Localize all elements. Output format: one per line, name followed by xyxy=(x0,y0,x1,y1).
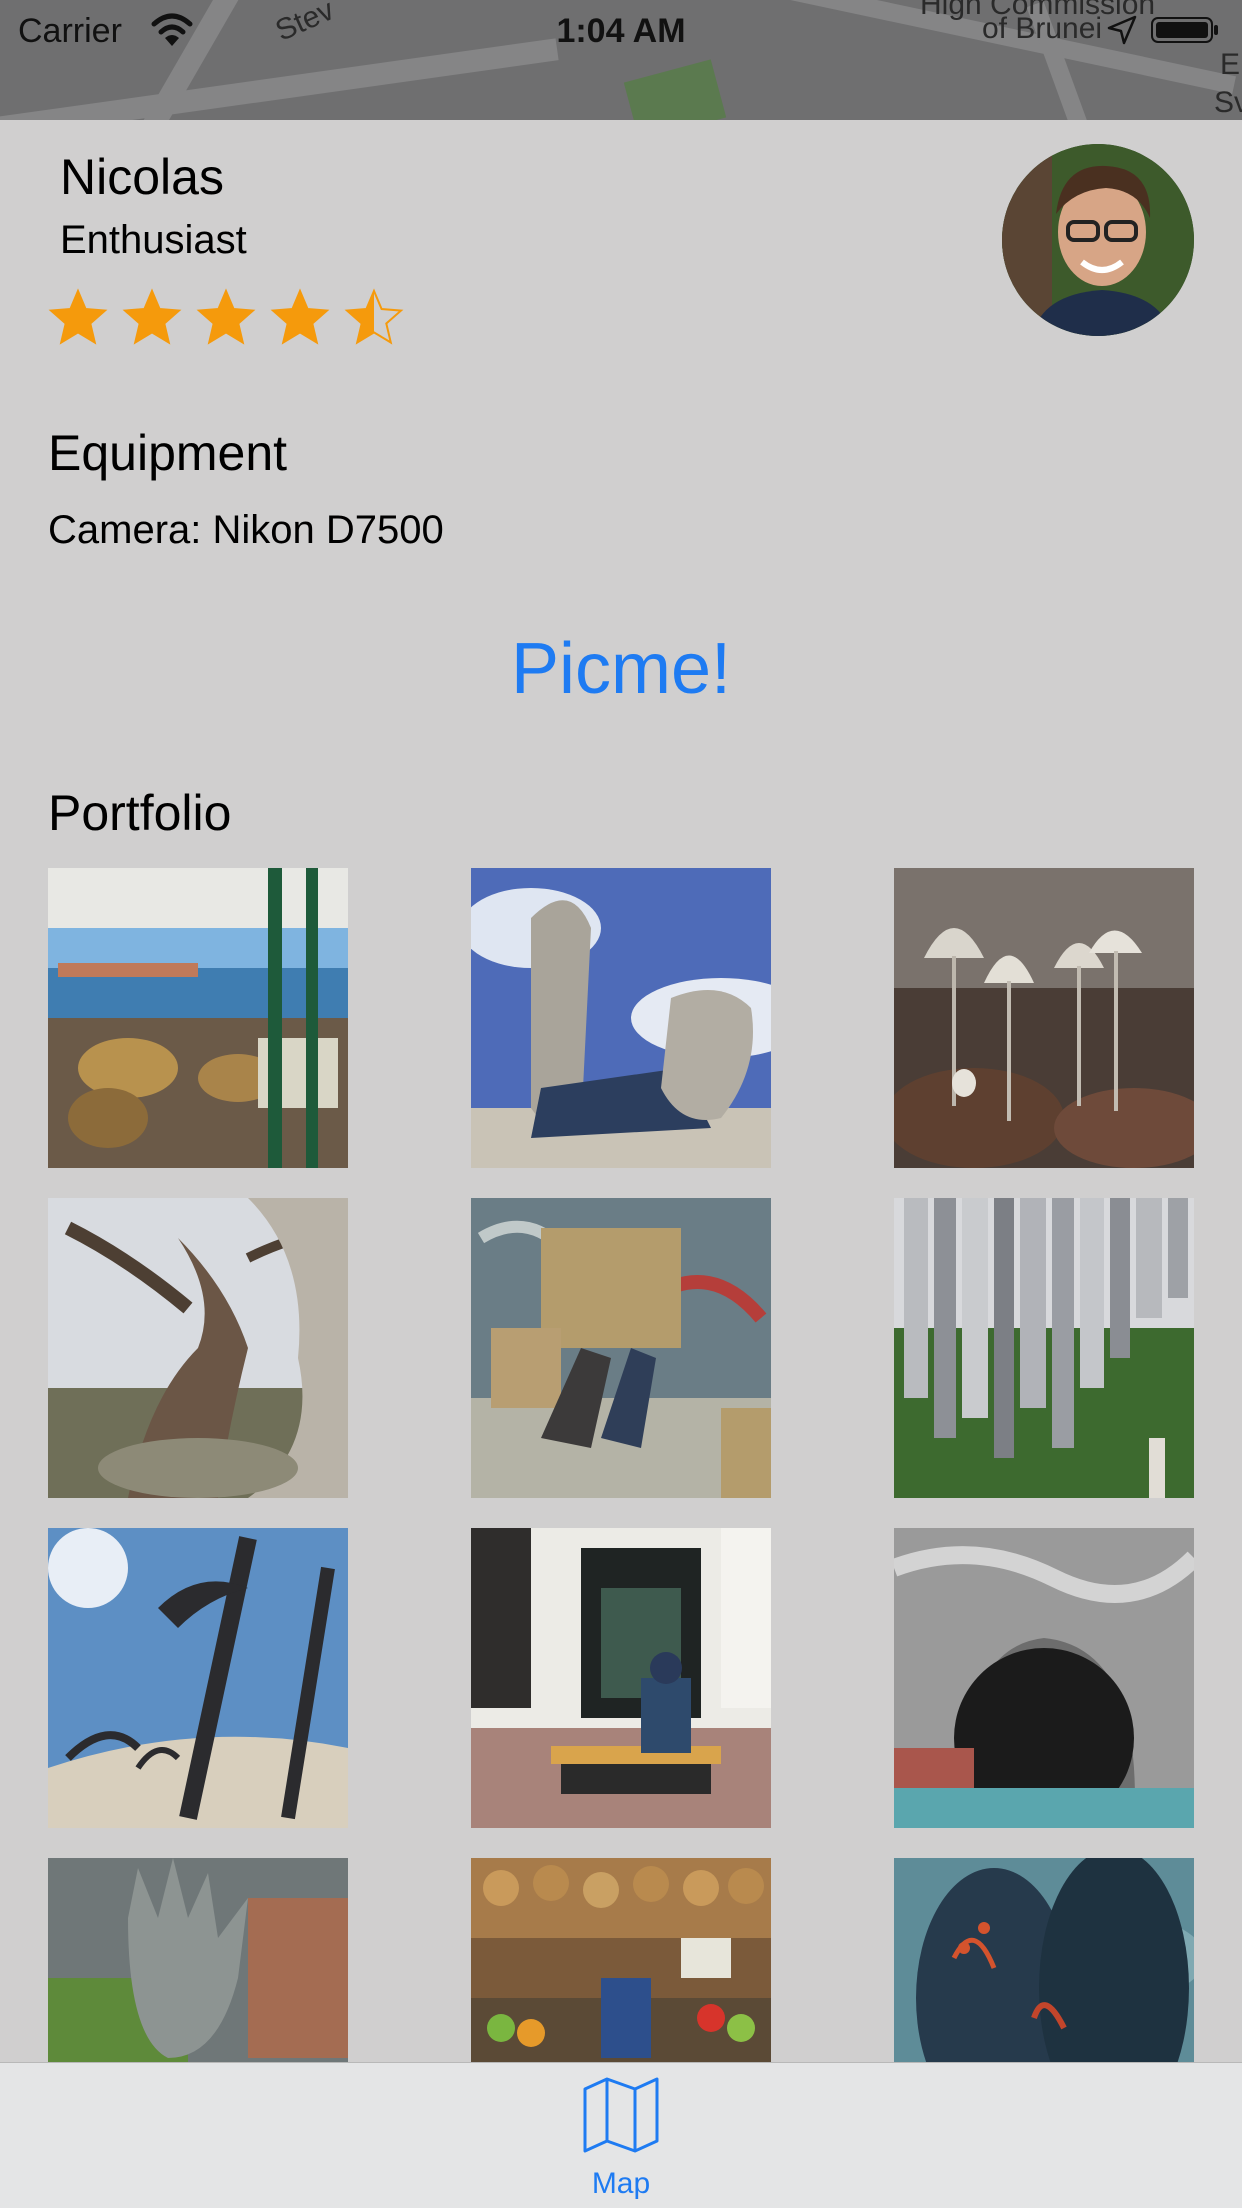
star-full-icon xyxy=(270,288,330,345)
location-arrow-icon xyxy=(1107,15,1137,45)
mushrooms-photo[interactable] xyxy=(894,868,1194,1168)
market-stall-photo[interactable] xyxy=(471,1858,771,2062)
status-bar: Carrier 1:04 AM xyxy=(0,0,1242,62)
tab-map[interactable]: Map xyxy=(571,2075,671,2205)
battery-icon xyxy=(1151,17,1218,43)
map-label: Sv xyxy=(1214,86,1242,119)
hand-on-wall-photo[interactable] xyxy=(48,1858,348,2062)
cardboard-box-people-photo[interactable] xyxy=(471,1198,771,1498)
waterfront-cafe-photo[interactable] xyxy=(48,868,348,1168)
status-time: 1:04 AM xyxy=(556,12,686,50)
photographer-rank: Enthusiast xyxy=(60,218,247,262)
photographer-profile-sheet: Nicolas Enthusiast Equipment Camera: Nik… xyxy=(0,120,1242,2062)
tab-bar: Map xyxy=(0,2062,1242,2208)
picme-button[interactable]: Picme! xyxy=(0,628,1242,710)
map-icon xyxy=(583,2077,659,2153)
sea-cave-photo[interactable] xyxy=(894,1528,1194,1828)
star-full-icon xyxy=(122,288,182,345)
man-on-bench-photo[interactable] xyxy=(471,1528,771,1828)
metal-pipes-sculpture-photo[interactable] xyxy=(894,1198,1194,1498)
photographer-name: Nicolas xyxy=(60,149,224,205)
star-full-icon xyxy=(48,288,108,345)
star-full-icon xyxy=(196,288,256,345)
camera-info: Camera: Nikon D7500 xyxy=(48,508,444,552)
star-rating xyxy=(48,288,404,348)
equipment-heading: Equipment xyxy=(48,425,288,481)
avatar-portrait xyxy=(1002,144,1194,336)
hot-air-balloons-photo[interactable] xyxy=(894,1858,1194,2062)
tab-map-label: Map xyxy=(591,2167,651,2200)
anchors-in-sand-photo[interactable] xyxy=(48,1528,348,1828)
portfolio-heading: Portfolio xyxy=(48,785,232,841)
boots-in-sand-photo[interactable] xyxy=(471,868,771,1168)
star-half-icon xyxy=(344,288,404,345)
twisted-tree-photo[interactable] xyxy=(48,1198,348,1498)
avatar xyxy=(1002,144,1194,336)
